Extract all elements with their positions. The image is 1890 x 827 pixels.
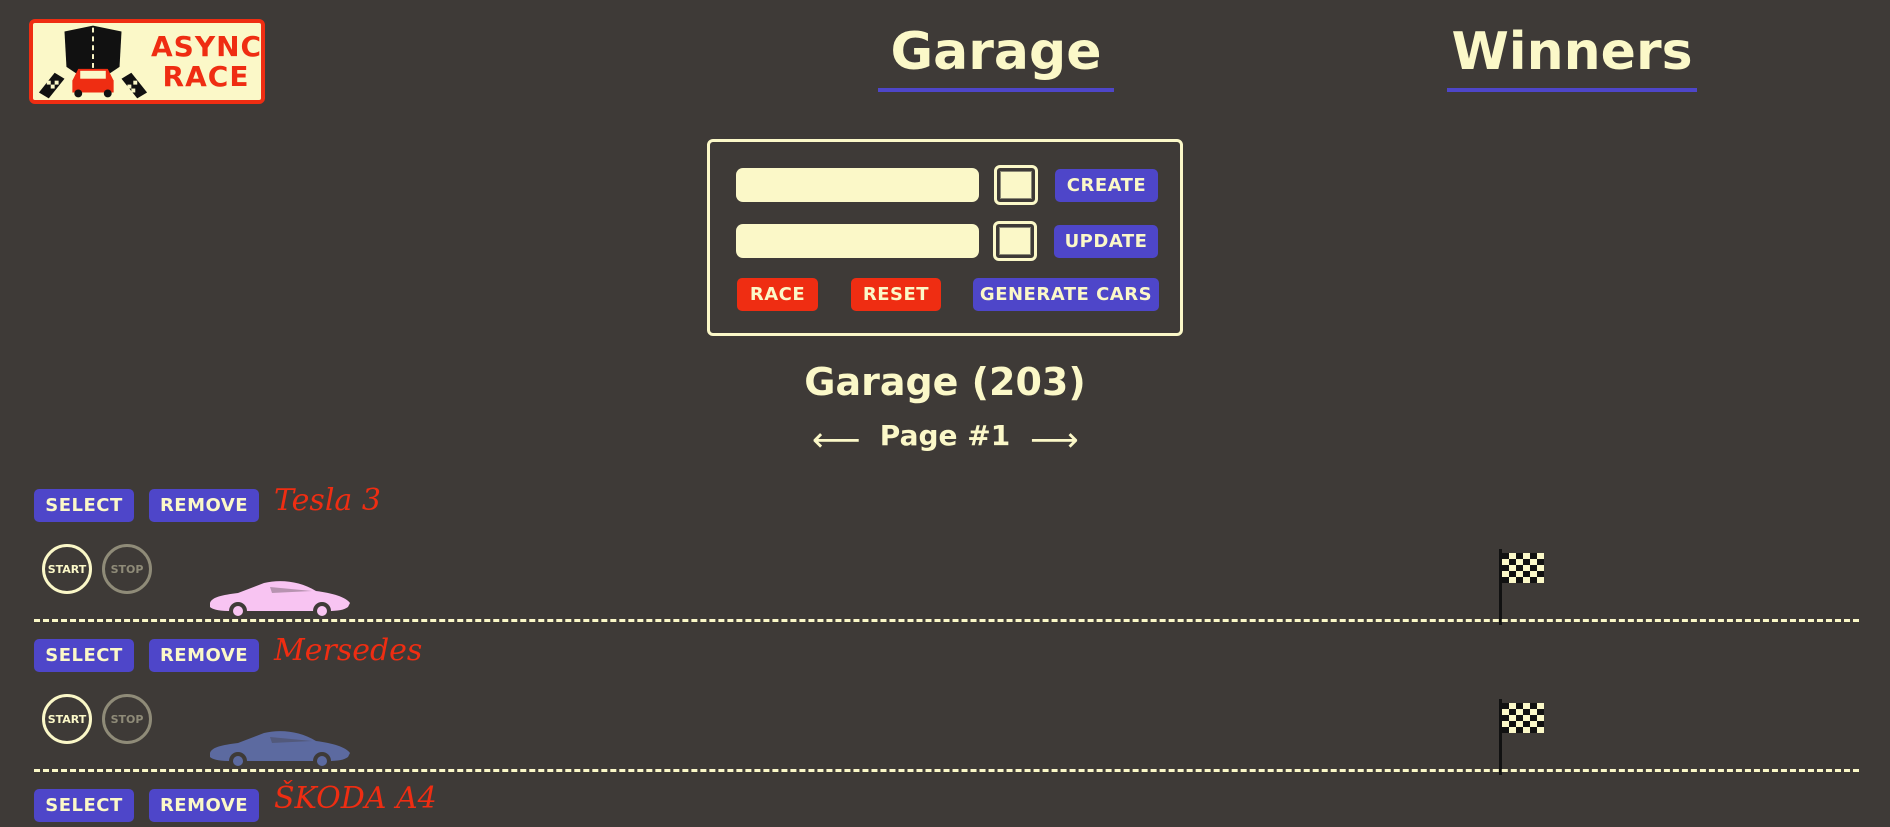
nav-garage-label: Garage [890, 22, 1102, 82]
car-name: Mersedes [274, 633, 423, 668]
nav-winners-underline [1447, 88, 1697, 92]
next-page-arrow-icon[interactable]: ⟶ [1030, 420, 1079, 460]
logo-line-1: ASYNC [151, 29, 263, 63]
reset-button[interactable]: RESET [851, 278, 941, 311]
nav-garage-underline [878, 88, 1114, 92]
create-button[interactable]: CREATE [1055, 169, 1158, 202]
create-name-input[interactable] [736, 168, 979, 202]
logo[interactable]: ASYNC RACE [29, 19, 265, 104]
car-remove-button[interactable]: REMOVE [149, 639, 259, 672]
car-remove-button[interactable]: REMOVE [149, 789, 259, 822]
create-color-swatch [1000, 171, 1032, 199]
car-select-button[interactable]: SELECT [34, 639, 134, 672]
update-button[interactable]: UPDATE [1054, 225, 1158, 258]
logo-line-2: RACE [162, 59, 250, 93]
nav-garage-link[interactable]: Garage [878, 22, 1114, 92]
control-panel: CREATE UPDATE RACE RESET GENERATE CARS [707, 139, 1183, 336]
car-stop-button[interactable]: STOP [102, 694, 152, 744]
car-name: ŠKODA A4 [274, 781, 437, 816]
track-line [34, 619, 1859, 622]
update-color-swatch [999, 227, 1031, 255]
track-line [34, 769, 1859, 772]
car-icon [210, 581, 350, 619]
finish-flag-icon [1499, 549, 1544, 625]
race-button[interactable]: RACE [737, 278, 818, 311]
car-stop-button[interactable]: STOP [102, 544, 152, 594]
car-start-button[interactable]: START [42, 544, 92, 594]
garage-count-title: Garage (203) [804, 360, 1086, 404]
generate-cars-button[interactable]: GENERATE CARS [973, 278, 1159, 311]
update-color-picker[interactable] [993, 221, 1037, 261]
nav-winners-label: Winners [1451, 22, 1693, 82]
race-car-emblem-icon [38, 25, 148, 99]
finish-flag-icon [1499, 699, 1544, 775]
nav-winners-link[interactable]: Winners [1447, 22, 1697, 92]
car-name: Tesla 3 [274, 483, 381, 518]
logo-text: ASYNC RACE [151, 29, 263, 93]
car-remove-button[interactable]: REMOVE [149, 489, 259, 522]
page-number: Page #1 [879, 419, 1011, 452]
car-start-button[interactable]: START [42, 694, 92, 744]
update-name-input[interactable] [736, 224, 979, 258]
car-select-button[interactable]: SELECT [34, 789, 134, 822]
car-icon [210, 731, 350, 769]
car-select-button[interactable]: SELECT [34, 489, 134, 522]
create-color-picker[interactable] [994, 165, 1038, 205]
